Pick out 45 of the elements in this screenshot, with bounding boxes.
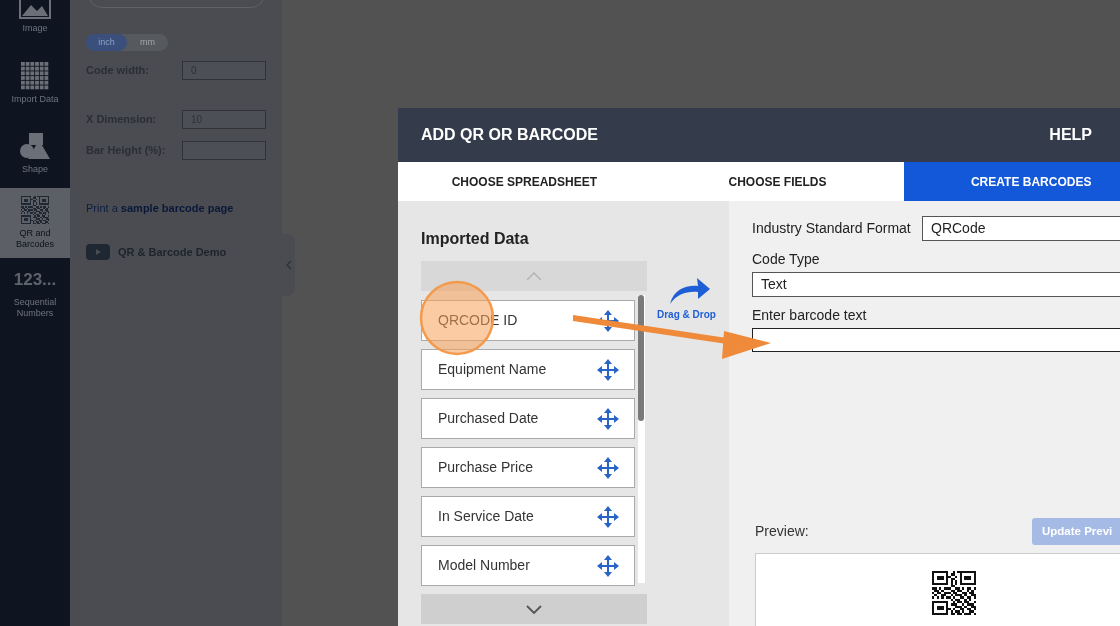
curved-arrow-icon — [668, 277, 711, 305]
number-icon-text: 123... — [13, 269, 57, 292]
move-icon — [596, 406, 620, 431]
qr-code-icon — [21, 196, 49, 224]
number-field[interactable] — [182, 141, 266, 160]
scrollbar[interactable] — [638, 295, 645, 583]
field-label: Industry Standard Format — [752, 219, 912, 238]
data-field-item[interactable]: Model Number — [421, 545, 635, 586]
move-icon — [596, 357, 620, 382]
chevron-left-icon — [285, 260, 292, 270]
preview-label: Preview: — [755, 522, 809, 541]
qr-code-preview — [932, 571, 976, 615]
chevron-up-icon — [526, 271, 542, 281]
data-field-item[interactable]: QRCODE ID — [421, 300, 635, 341]
grid-icon — [21, 61, 49, 90]
section-title: Imported Data — [421, 229, 530, 249]
move-icon — [596, 455, 620, 480]
sidebar-item[interactable]: Image — [0, 0, 70, 48]
format-select[interactable]: QRCode — [922, 216, 1120, 241]
move-icon — [596, 504, 620, 529]
sidebar-item[interactable]: Import Data — [0, 48, 70, 118]
data-field-item[interactable]: Purchase Price — [421, 447, 635, 488]
chevron-down-icon — [526, 604, 542, 614]
sample-page-text: Print a sample barcode page — [86, 201, 235, 216]
code-type-select[interactable]: Text — [752, 272, 1120, 297]
shapes-icon — [19, 131, 51, 160]
scrollbar-thumb[interactable] — [638, 295, 644, 421]
collapse-handle[interactable] — [282, 234, 295, 296]
data-field-item[interactable]: Purchased Date — [421, 398, 635, 439]
wizard-tab[interactable]: CREATE BARCODES — [904, 162, 1120, 201]
move-icon — [596, 553, 620, 578]
scroll-down-button[interactable] — [421, 594, 647, 624]
field-label: Code Type — [752, 250, 821, 269]
drag-drop-hint: Drag & Drop — [657, 308, 716, 322]
image-icon — [19, 0, 51, 19]
field-label: Enter barcode text — [752, 306, 868, 325]
play-icon — [86, 243, 110, 260]
sidebar-item[interactable]: 123... Sequential Numbers — [0, 258, 70, 328]
barcode-text-input[interactable] — [752, 328, 1120, 352]
dialog-title: ADD QR OR BARCODE — [421, 125, 598, 145]
unit-option[interactable]: inch — [86, 34, 127, 51]
data-field-item[interactable]: Equipment Name — [421, 349, 635, 390]
sidebar-item[interactable]: Shape — [0, 118, 70, 188]
help-button[interactable]: HELP — [1049, 123, 1092, 147]
data-field-item[interactable]: In Service Date — [421, 496, 635, 537]
